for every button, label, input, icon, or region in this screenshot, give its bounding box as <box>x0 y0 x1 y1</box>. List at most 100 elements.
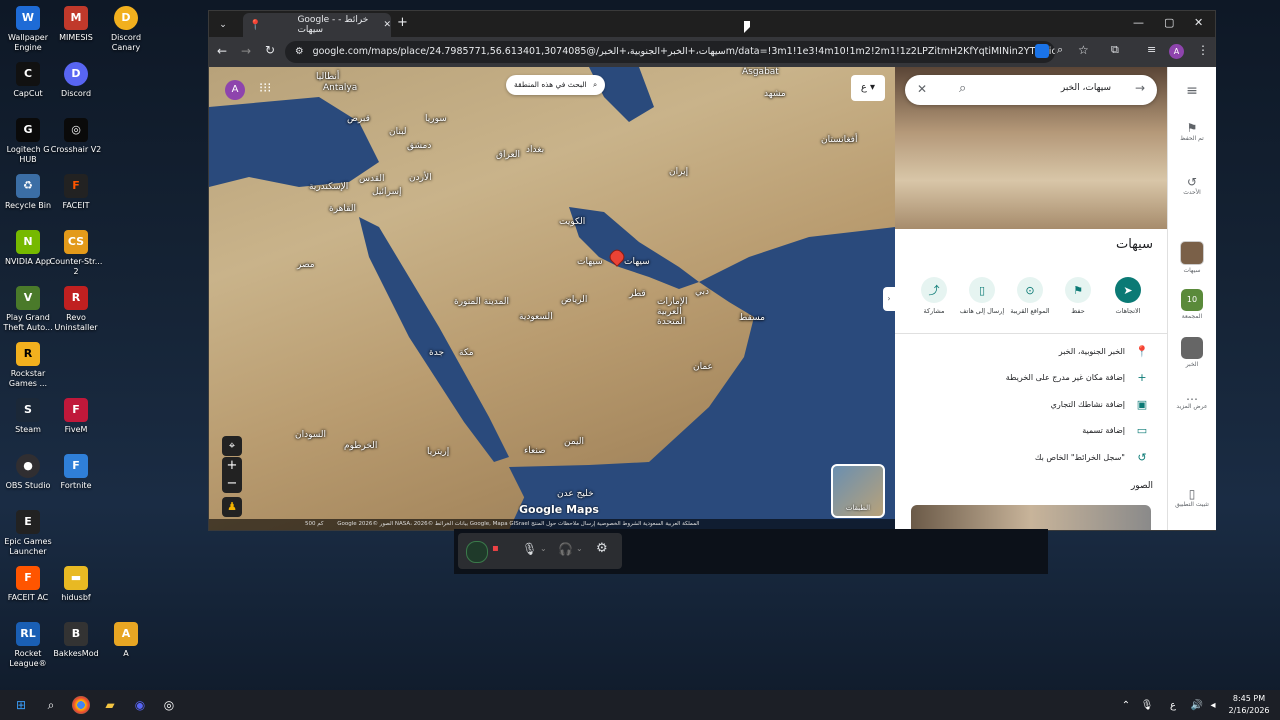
clock[interactable]: 8:45 PM 2/16/2026 <box>1224 693 1274 717</box>
tab-close-icon[interactable]: ✕ <box>383 20 391 30</box>
settings-gear-icon[interactable]: ⚙ <box>596 541 608 556</box>
language-indicator[interactable]: ع <box>1164 696 1182 714</box>
layers-button[interactable]: الطبقات <box>831 464 885 518</box>
zoom-icon[interactable]: ⌕ <box>1057 43 1063 57</box>
search-box[interactable]: ✕ ⌕ سيهات، الخبر → <box>905 75 1157 105</box>
chrome-taskbar-icon[interactable] <box>72 696 90 714</box>
forward-icon[interactable]: → <box>241 44 251 58</box>
microphone-icon[interactable]: 🎙 <box>522 542 537 556</box>
map-label: سيهات <box>624 257 650 267</box>
discord-taskbar-icon[interactable]: ◉ <box>131 696 149 714</box>
rail-more[interactable]: … عرض المزيد <box>1168 389 1216 410</box>
desktop-icon-bakkesmod[interactable]: B BakkesMod <box>48 622 104 659</box>
close-window-button[interactable]: ✕ <box>1194 16 1203 29</box>
action-save[interactable]: ⚑ حفظ <box>1055 277 1101 315</box>
close-search-icon[interactable]: ✕ <box>917 82 927 96</box>
photo-thumb[interactable] <box>911 505 1151 530</box>
bookmark-star-icon[interactable]: ☆ <box>1078 43 1089 57</box>
extensions-icon[interactable]: ⧉ <box>1111 43 1119 57</box>
google-apps-icon[interactable]: ⁝⁝⁝ <box>259 81 271 96</box>
desktop-icon-epic-games[interactable]: E Epic Games Launcher <box>0 510 56 557</box>
search-icon[interactable]: ⌕ <box>42 696 60 714</box>
zoom-in-button[interactable]: + <box>222 457 242 475</box>
maximize-button[interactable]: ▢ <box>1164 16 1174 29</box>
info-row-maps-history[interactable]: ↺ "سجل الخرائط" الخاص بك <box>1035 451 1149 464</box>
rail-install-app[interactable]: ▯ تثبيت التطبيق <box>1168 487 1216 508</box>
desktop-icon-revo-uninstaller[interactable]: R Revo Uninstaller <box>48 286 104 333</box>
map-scale[interactable]: 500 كم <box>305 521 324 527</box>
crosshair-taskbar-icon[interactable]: ◎ <box>160 696 178 714</box>
headphones-icon[interactable]: 🎧 <box>558 542 573 556</box>
search-this-area-button[interactable]: البحث في هذه المنطقة ⌕ <box>506 75 606 95</box>
microphone-tray-icon[interactable]: 🎙 <box>1138 696 1156 714</box>
status-icon: ▪ <box>492 543 499 554</box>
search-this-area-label: البحث في هذه المنطقة <box>514 80 587 89</box>
translate-icon[interactable] <box>1035 44 1049 58</box>
info-row-add-label[interactable]: ▭ إضافة تسمية <box>1082 424 1149 437</box>
desktop-icon-discord[interactable]: D Discord <box>48 62 104 99</box>
action-send-to-phone[interactable]: ▯ إرسال إلى هاتف <box>959 277 1005 315</box>
desktop-icon-discord-canary[interactable]: D Discord Canary <box>98 6 154 53</box>
reload-icon[interactable]: ↻ <box>265 43 275 57</box>
faceit-ac-icon: F <box>16 566 40 590</box>
desktop-icon-crosshair-v2[interactable]: ◎ Crosshair V2 <box>48 118 104 155</box>
rail-saved[interactable]: ⚑ تم الحفظ <box>1168 121 1216 142</box>
map-label: الكويت <box>559 217 586 227</box>
volume-icon[interactable]: ◂ <box>1204 696 1222 714</box>
map-view[interactable]: أنطاليا Antalya قبرص سوريا لبنان دمشق ال… <box>209 67 895 530</box>
url-field[interactable]: ⚙ google.com/maps/place/سيهات،+الخبر+الج… <box>285 41 1055 63</box>
rail-sayhat[interactable]: سيهات <box>1168 241 1216 274</box>
start-windows-icon[interactable]: ⊞ <box>12 696 30 714</box>
desktop-icon-mimesis[interactable]: M MIMESIS <box>48 6 104 43</box>
nvidia-icon: N <box>16 230 40 254</box>
menu-button[interactable]: ≡ <box>1168 83 1216 99</box>
chevron-down-icon[interactable]: ⌄ <box>576 544 583 553</box>
back-icon[interactable]: ← <box>217 44 227 58</box>
info-row-address[interactable]: 📍 الخبر الجنوبية، الخبر <box>1059 345 1149 358</box>
map-label: سيهات <box>577 257 603 267</box>
info-row-add-missing-place[interactable]: + إضافة مكان غير مدرج على الخريطة <box>1006 371 1149 384</box>
desktop-icon-counter-strike[interactable]: CS Counter-Str... 2 <box>48 230 104 277</box>
tab-search-button[interactable]: ⌄ <box>215 17 231 33</box>
my-location-button[interactable]: ⌖ <box>222 436 242 456</box>
action-label: الاتجاهات <box>1115 307 1141 315</box>
zoom-out-button[interactable]: − <box>222 475 242 493</box>
search-input[interactable]: سيهات، الخبر <box>1061 83 1111 93</box>
desktop-icon-hidusbf[interactable]: ▬ hidusbf <box>48 566 104 603</box>
tab-google-maps[interactable]: 📍 Google - خرائط - سيهات ✕ <box>243 13 391 37</box>
url-text: google.com/maps/place/سيهات،+الخبر+الجنو… <box>312 46 1055 57</box>
info-row-add-business[interactable]: ▣ إضافة نشاطك التجاري <box>1051 398 1149 411</box>
google-maps-logo: Google Maps <box>519 503 599 516</box>
rail-collection[interactable]: 10 المجمعة <box>1168 289 1216 320</box>
action-share[interactable]: ⤴ مشاركة <box>911 277 957 315</box>
rail-khobar[interactable]: الخبر <box>1168 337 1216 368</box>
new-tab-button[interactable]: + <box>397 15 408 30</box>
minimize-button[interactable]: — <box>1133 16 1144 29</box>
layers-label: الطبقات <box>845 504 871 512</box>
chrome-menu-icon[interactable]: ⋮ <box>1197 43 1209 57</box>
location-icon: 📍 <box>1135 345 1149 358</box>
game-activity-icon[interactable] <box>466 541 488 563</box>
desktop-icon-a[interactable]: AA <box>98 622 154 659</box>
map-label: خليج عدن <box>557 489 594 499</box>
site-info-icon[interactable]: ⚙ <box>295 46 304 57</box>
collapse-panel-button[interactable]: › <box>883 287 895 311</box>
action-nearby[interactable]: ⊙ المواقع القريبة <box>1007 277 1053 315</box>
profile-avatar[interactable]: A <box>1169 44 1184 59</box>
directions-arrow-icon[interactable]: → <box>1135 81 1145 95</box>
saved-icon: ⚑ <box>1186 121 1198 135</box>
desktop-icon-fivem[interactable]: F FiveM <box>48 398 104 435</box>
chevron-down-icon[interactable]: ⌄ <box>540 544 547 553</box>
show-hidden-icons[interactable]: ⌃ <box>1117 696 1135 714</box>
desktop-icon-rockstar[interactable]: R Rockstar Games ... <box>0 342 56 389</box>
pegman-icon[interactable]: ♟ <box>222 497 242 517</box>
desktop-icon-faceit[interactable]: F FACEIT <box>48 174 104 211</box>
search-icon[interactable]: ⌕ <box>959 81 966 96</box>
maps-account-avatar[interactable]: A <box>225 80 245 100</box>
rail-recent[interactable]: ↺ الأحدث <box>1168 175 1216 196</box>
action-directions[interactable]: ➤ الاتجاهات <box>1105 277 1151 315</box>
reading-list-icon[interactable]: ≡ <box>1147 43 1156 56</box>
file-explorer-icon[interactable]: ▰ <box>101 696 119 714</box>
desktop-icon-fortnite[interactable]: F Fortnite <box>48 454 104 491</box>
map-language-toggle[interactable]: ع ▾ <box>851 75 885 101</box>
